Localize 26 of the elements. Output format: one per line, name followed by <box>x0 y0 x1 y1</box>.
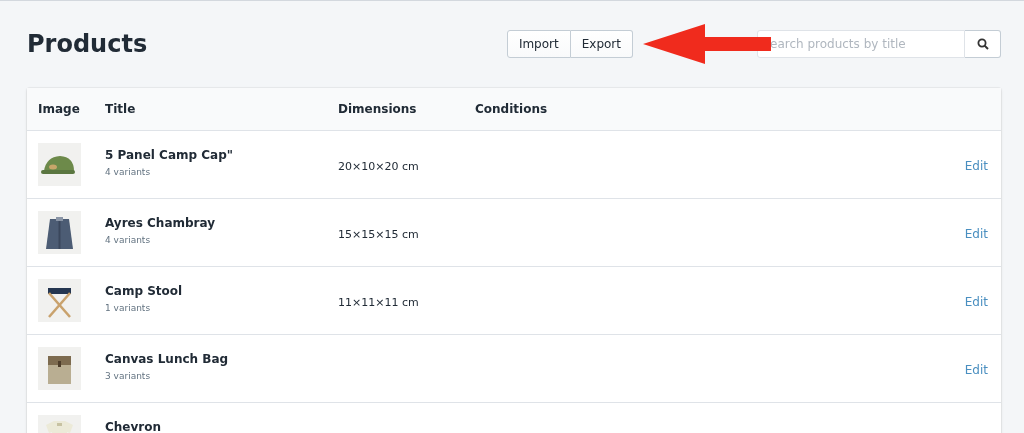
action-button[interactable]: Export <box>570 29 633 58</box>
dimensions-text: 15×15×15 cm <box>338 228 419 241</box>
search-icon <box>976 37 989 50</box>
edit-link[interactable]: Edit <box>964 295 988 309</box>
product-title: Chevron <box>105 420 162 433</box>
product-title: Ayres Chambray <box>105 216 217 230</box>
product-title: Camp Stool <box>105 284 184 298</box>
dimensions-text: 11×11×11 cm <box>338 296 419 309</box>
edit-link[interactable]: Edit <box>964 227 988 241</box>
variant-count: 4 variants <box>105 167 152 177</box>
search-field[interactable]: earch products by title <box>757 29 965 58</box>
column-header: Conditions <box>474 102 549 116</box>
edit-link[interactable]: Edit <box>964 159 988 173</box>
product-title: 5 Panel Camp Cap" <box>105 148 234 162</box>
variant-count: 1 variants <box>105 303 152 313</box>
variant-count: 3 variants <box>105 371 152 381</box>
action-button[interactable]: Import <box>506 29 571 58</box>
search-button[interactable] <box>965 29 1001 58</box>
variant-count: 4 variants <box>105 235 152 245</box>
dimensions-text: 20×10×20 cm <box>338 160 419 173</box>
column-header: Dimensions <box>337 102 418 116</box>
product-title: Canvas Lunch Bag <box>105 352 230 366</box>
page-title: Products <box>27 29 149 58</box>
column-header: Image <box>37 102 81 116</box>
column-header: Title <box>104 102 137 116</box>
edit-link[interactable]: Edit <box>964 363 988 377</box>
